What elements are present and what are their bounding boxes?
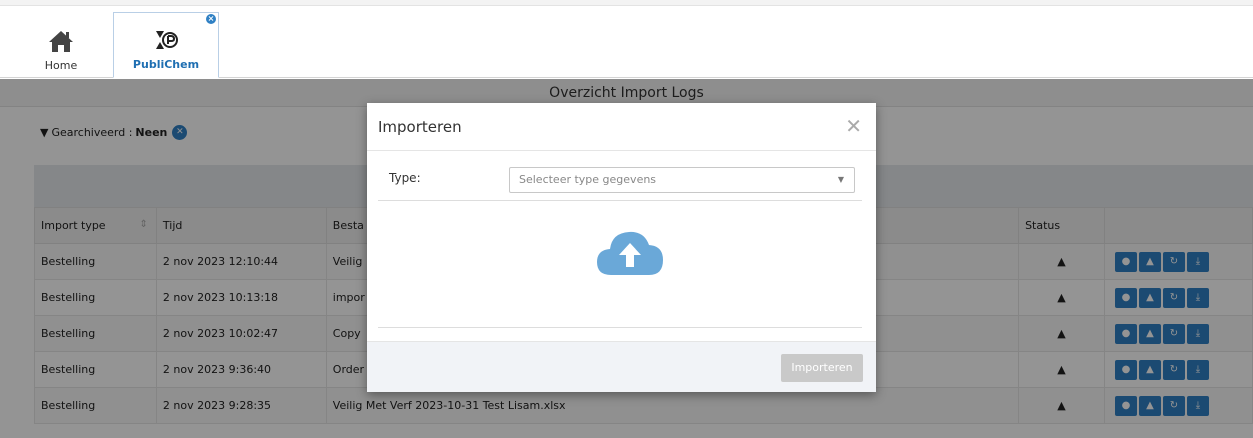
tab-publichem-label: PubliChem (132, 58, 200, 71)
type-select-placeholder: Selecteer type gegevens (519, 173, 657, 186)
dialog-header: Importeren ✕ (367, 103, 876, 151)
tab-home[interactable]: Home (30, 12, 92, 78)
type-row: Type: Selecteer type gegevens ▼ (389, 167, 859, 193)
tab-bar: Home × PubliChem (0, 6, 1253, 78)
import-dialog: Importeren ✕ Type: Selecteer type gegeve… (367, 103, 876, 392)
divider (378, 327, 862, 328)
type-label: Type: (389, 171, 421, 185)
dialog-title: Importeren (378, 118, 462, 136)
file-drop-zone[interactable] (378, 201, 862, 327)
tab-publichem[interactable]: × PubliChem (113, 12, 219, 78)
home-icon (49, 31, 73, 52)
caret-down-icon: ▼ (837, 175, 844, 184)
import-button[interactable]: Importeren (781, 354, 863, 382)
close-icon[interactable]: × (206, 14, 216, 24)
dialog-footer: Importeren (367, 341, 876, 392)
publichem-logo-icon (156, 31, 178, 49)
cloud-upload-icon (597, 231, 663, 275)
type-select[interactable]: Selecteer type gegevens ▼ (509, 167, 855, 193)
tab-home-label: Home (44, 59, 78, 72)
close-icon[interactable]: ✕ (845, 116, 862, 136)
